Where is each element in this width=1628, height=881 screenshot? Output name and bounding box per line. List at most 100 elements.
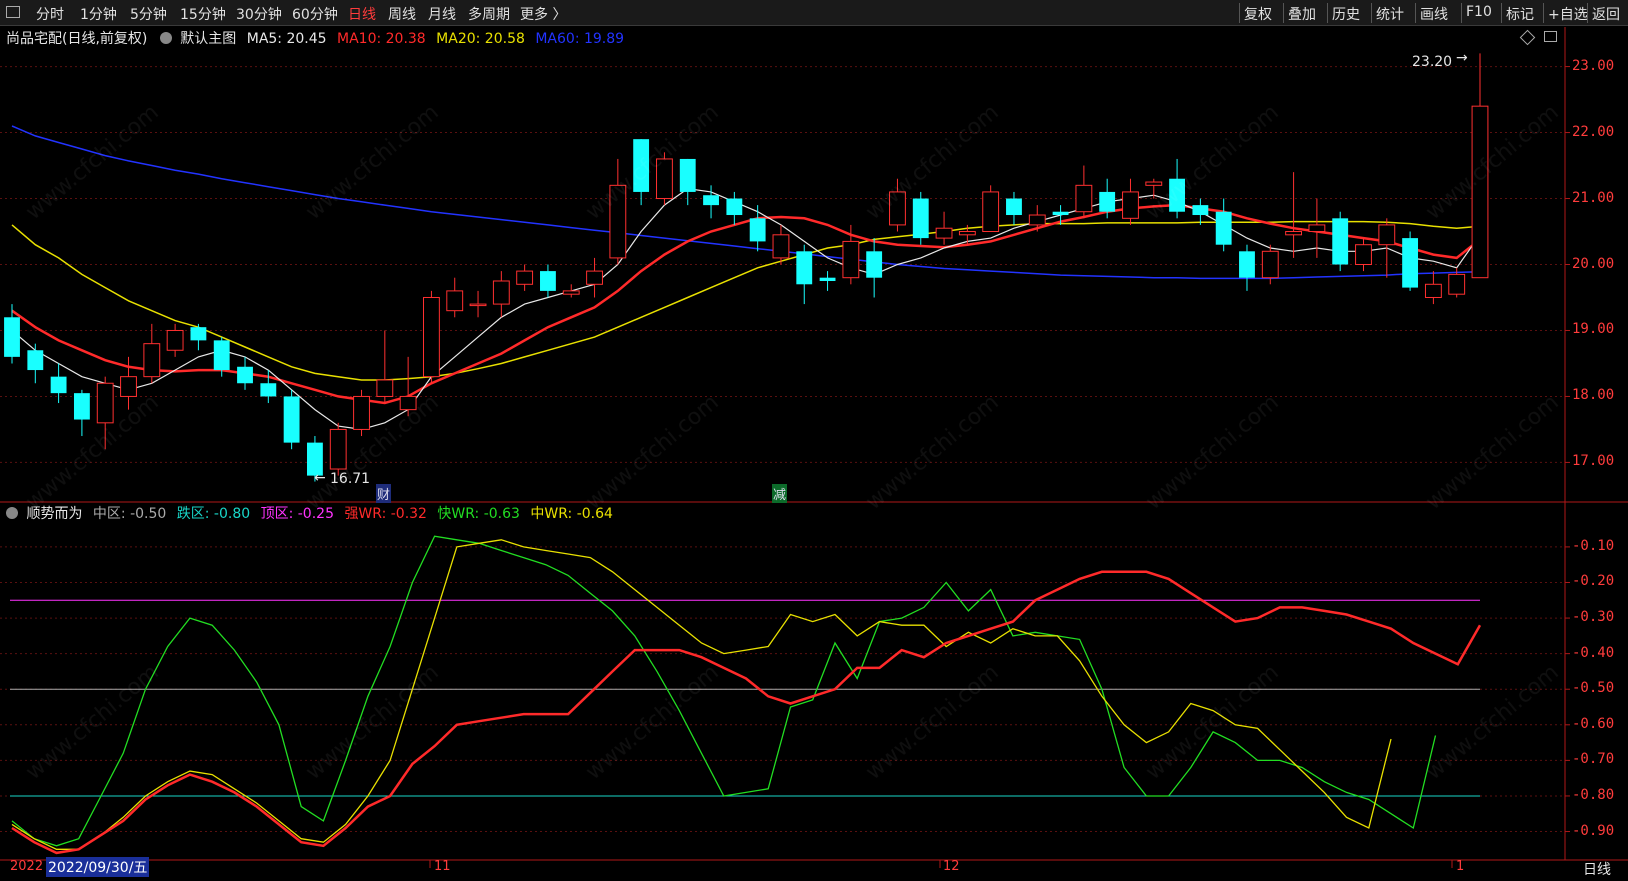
ma20-line [11,220,1481,381]
candle-body [703,195,719,206]
candle [1424,271,1442,305]
candle-body [1355,244,1372,265]
month-label-nov: 11 [434,859,451,874]
candle [1122,178,1139,225]
price-axis-label: 20.00 [1572,255,1615,272]
candle-body [283,396,300,443]
candle [190,323,207,351]
candle [1402,231,1419,291]
candle-body [609,184,627,259]
candle [772,224,790,265]
candle [656,152,673,206]
indicator-axis-label: -0.60 [1572,715,1615,732]
candle-body [353,395,370,430]
low-arrow: ← [314,470,326,486]
price-axis-label: 18.00 [1572,387,1615,404]
candle-body [260,383,277,397]
candle-body [1028,214,1046,226]
candle-body [1378,224,1396,246]
candle-body [469,303,487,307]
candle [50,363,67,404]
candle-body [27,350,44,371]
candle-body [866,251,883,278]
price-axis-label: 21.00 [1572,189,1615,206]
candle-body [1239,251,1255,278]
indicator-axis-label: -0.30 [1572,609,1615,626]
financial-report-marker[interactable]: 财 [376,484,392,503]
candle-body [819,277,836,281]
candle [679,158,696,206]
candle [1285,172,1303,258]
candle [1332,211,1349,272]
candle-body [772,234,790,259]
candle-body [1261,250,1279,279]
candle-body [73,393,90,420]
period-indicator[interactable]: 日线 [1583,859,1611,879]
indicator-axis-label: -0.10 [1572,537,1615,554]
candle-body [889,191,906,226]
indicator-axis-label: -0.40 [1572,644,1615,661]
candle [329,422,347,476]
candle [866,238,883,298]
candle-body [796,251,813,285]
candle-body [1006,198,1022,216]
candle-body [656,158,673,200]
candle-body [1424,283,1442,298]
candle-body [143,343,161,378]
candle-body [842,240,860,279]
indicator-axis-label: -0.90 [1572,822,1615,839]
candle-body [4,317,20,357]
candle [283,389,300,450]
price-axis-label: 22.00 [1572,123,1615,140]
indicator-axis-label: -0.70 [1572,751,1615,768]
candle-body [562,290,580,295]
price-axis-label: 19.00 [1572,321,1615,338]
candle [27,343,44,384]
indicator-axis-label: -0.80 [1572,786,1615,803]
candle-body [492,280,510,305]
candle [492,271,510,318]
month-label-jan: 1 [1456,859,1465,874]
candle [166,323,184,357]
candle [726,191,743,225]
candle [469,290,487,318]
candle [912,191,929,245]
high-price-label: 23.20 [1412,54,1453,70]
candle [237,356,253,390]
candle [982,185,1000,233]
year-label: 2022 [10,859,44,874]
cursor-date-label: 2022/09/30/五 [46,857,150,877]
candle-body [446,290,464,312]
candle-body [633,139,650,192]
candle [703,185,719,219]
candle [1378,218,1396,278]
candle [609,158,627,265]
candle [1192,198,1209,225]
candle-body [423,296,440,378]
chart-canvas[interactable] [0,0,1628,881]
indicator-axis-label: -0.20 [1572,573,1615,590]
ma5-line [11,187,1481,431]
candle-body [749,218,766,242]
candle [516,264,534,291]
candle-body [190,327,207,341]
candle-body [1145,181,1163,186]
candle [423,290,440,384]
reduce-holding-marker[interactable]: 减 [772,484,788,503]
candle-body [96,382,114,424]
ma10-line [11,203,1481,405]
price-axis-label: 23.00 [1572,57,1615,74]
candle-body [679,158,696,192]
candle [1006,191,1022,225]
candle [73,389,90,437]
candle-body [1215,211,1232,245]
candle [796,244,813,305]
indicator-axis-label: -0.50 [1572,680,1615,697]
candle-body [1099,191,1116,212]
candle-body [1192,205,1209,216]
candle-body [1332,218,1349,265]
candle-body [237,366,253,384]
candle [749,205,766,252]
candle-body [1402,238,1419,288]
candle-body [1285,231,1303,236]
